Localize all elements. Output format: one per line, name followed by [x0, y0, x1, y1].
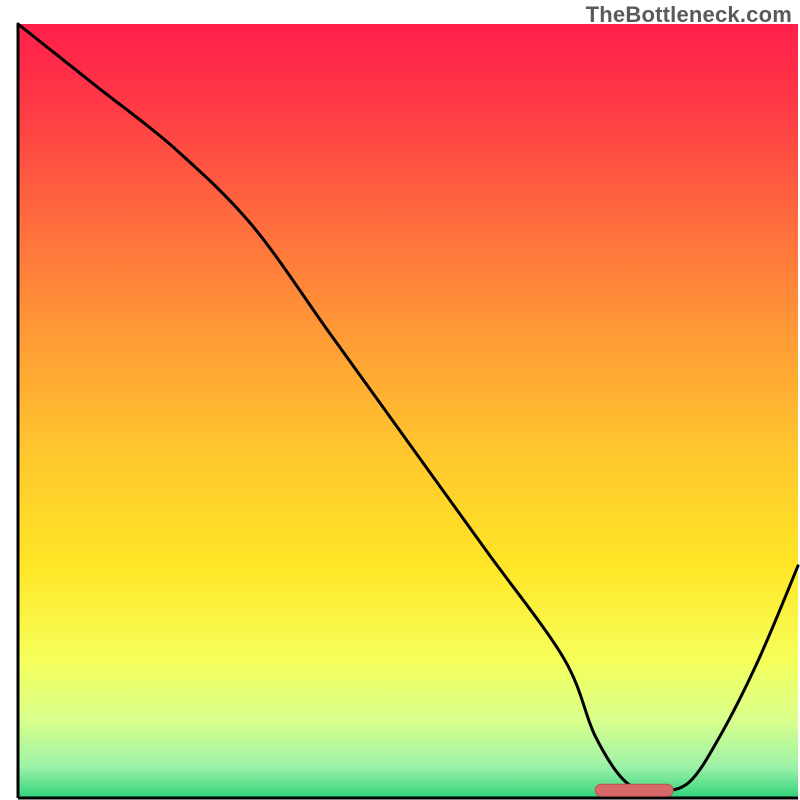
chart-stage: TheBottleneck.com [0, 0, 800, 800]
chart-svg [0, 0, 800, 800]
plot-background [18, 24, 798, 798]
optimal-range-marker [595, 784, 673, 796]
